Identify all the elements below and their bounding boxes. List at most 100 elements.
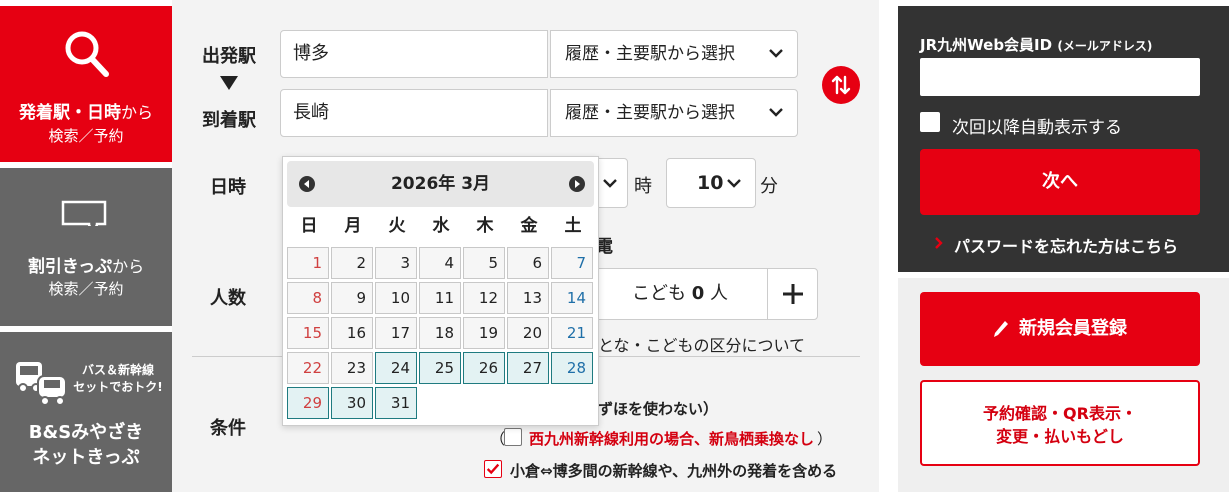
calendar-day[interactable]: 28 bbox=[551, 352, 593, 384]
calendar-day[interactable]: 12 bbox=[463, 282, 505, 314]
bus-train-icon bbox=[16, 362, 67, 406]
calendar-day[interactable]: 26 bbox=[463, 352, 505, 384]
calendar-day[interactable]: 7 bbox=[551, 247, 593, 279]
calendar-day[interactable]: 1 bbox=[287, 247, 329, 279]
nav-tab-bs-miyazaki[interactable]: バス＆新幹線 セットでおトク! B&Sみやざき ネットきっぷ bbox=[0, 332, 172, 492]
arrival-history-select[interactable]: 履歴・主要駅から選択 bbox=[550, 89, 798, 137]
weekday-header: 土 bbox=[564, 216, 582, 236]
child-count-label: こども 0 人 bbox=[632, 283, 728, 304]
weekday-header: 日 bbox=[300, 216, 318, 236]
calendar-day[interactable]: 15 bbox=[287, 317, 329, 349]
paren-close: ） bbox=[817, 430, 833, 448]
calendar-day[interactable]: 4 bbox=[419, 247, 461, 279]
bs-title: B&Sみやざき ネットきっぷ bbox=[28, 422, 144, 468]
date-label: 日時 bbox=[210, 177, 246, 198]
date-picker: 2026年 3月 日月火水木金土 1 2 3 4 5 6 7 8 9 10 11 12 13 14 15 16 1… bbox=[282, 156, 599, 426]
arrival-label: 到着駅 bbox=[202, 110, 256, 131]
calendar-day[interactable]: 6 bbox=[507, 247, 549, 279]
no-mizuho-text: ずほを使わない） bbox=[598, 400, 719, 418]
prev-month-button[interactable] bbox=[299, 176, 315, 192]
calendar-day[interactable]: 22 bbox=[287, 352, 329, 384]
register-button[interactable]: 新規会員登録 bbox=[920, 292, 1200, 366]
auto-show-checkbox[interactable] bbox=[920, 112, 940, 132]
chevron-right-icon bbox=[575, 180, 580, 188]
calendar-day[interactable]: 9 bbox=[331, 282, 373, 314]
weekday-header: 水 bbox=[432, 216, 450, 236]
minute-select[interactable]: 10 bbox=[666, 158, 756, 208]
swap-stations-button[interactable] bbox=[822, 66, 860, 104]
departure-history-select[interactable]: 履歴・主要駅から選択 bbox=[550, 30, 798, 78]
forgot-password-link[interactable]: パスワードを忘れた方はこちら bbox=[954, 233, 1178, 257]
chevron-down-icon bbox=[603, 179, 617, 188]
calendar-day[interactable]: 11 bbox=[419, 282, 461, 314]
pencil-icon bbox=[994, 321, 1008, 337]
auto-show-label: 次回以降自動表示する bbox=[952, 118, 1122, 138]
paren-open: （ bbox=[490, 430, 506, 448]
calendar-day[interactable]: 20 bbox=[507, 317, 549, 349]
hour-unit: 時 bbox=[634, 176, 652, 197]
nav-tab-title: 発着駅・日時から bbox=[18, 103, 153, 123]
select-label: 履歴・主要駅から選択 bbox=[565, 103, 735, 123]
calendar-day[interactable]: 10 bbox=[375, 282, 417, 314]
conditions-label: 条件 bbox=[210, 418, 246, 439]
nav-tab-subtitle: 検索／予約 bbox=[48, 280, 124, 298]
nishikyushu-checkbox[interactable] bbox=[504, 428, 522, 446]
calendar-day[interactable]: 21 bbox=[551, 317, 593, 349]
calendar-day[interactable]: 17 bbox=[375, 317, 417, 349]
chevron-left-icon bbox=[304, 180, 309, 188]
age-category-link[interactable]: とな・こどもの区分について bbox=[598, 332, 805, 356]
departure-input[interactable]: 博多 bbox=[280, 30, 548, 78]
nishikyushu-option-label: 西九州新幹線利用の場合、新鳥栖乗換なし bbox=[529, 430, 815, 448]
arrival-input[interactable]: 長崎 bbox=[280, 89, 548, 137]
calendar-day[interactable]: 18 bbox=[419, 317, 461, 349]
chevron-down-icon bbox=[769, 49, 783, 58]
nav-tab-discount-tickets[interactable]: 割引きっぷから 検索／予約 bbox=[0, 168, 172, 326]
calendar-day[interactable]: 2 bbox=[331, 247, 373, 279]
calendar-day[interactable]: 29 bbox=[287, 387, 329, 419]
nav-tab-search-by-station[interactable]: 発着駅・日時から 検索／予約 bbox=[0, 6, 186, 162]
people-label: 人数 bbox=[210, 288, 246, 309]
select-label: 履歴・主要駅から選択 bbox=[565, 44, 735, 64]
kokura-checkbox[interactable] bbox=[484, 460, 502, 478]
calendar-month-title: 2026年 3月 bbox=[390, 174, 491, 194]
search-icon bbox=[65, 31, 109, 77]
member-id-input[interactable] bbox=[920, 58, 1200, 96]
next-button[interactable]: 次へ bbox=[920, 149, 1200, 215]
ticket-icon bbox=[61, 200, 107, 226]
minute-value: 10 bbox=[697, 172, 724, 194]
calendar-day[interactable]: 30 bbox=[331, 387, 373, 419]
confirm-line-1: 予約確認・QR表示・ bbox=[983, 404, 1137, 423]
confirm-line-2: 変更・払いもどし bbox=[996, 427, 1124, 446]
calendar-day[interactable]: 27 bbox=[507, 352, 549, 384]
calendar-day[interactable]: 25 bbox=[419, 352, 461, 384]
weekday-header: 木 bbox=[476, 216, 494, 236]
weekday-header: 月 bbox=[344, 216, 362, 236]
bs-promo-text: バス＆新幹線 セットでおトク! bbox=[73, 363, 163, 394]
plus-icon bbox=[783, 284, 803, 304]
calendar-day[interactable]: 31 bbox=[375, 387, 417, 419]
minute-unit: 分 bbox=[760, 176, 778, 197]
reservation-confirm-button[interactable]: 予約確認・QR表示・ 変更・払いもどし bbox=[920, 380, 1200, 466]
member-id-label: JR九州Web会員ID (メールアドレス) bbox=[920, 36, 1153, 54]
child-increment-button[interactable] bbox=[767, 269, 817, 319]
swap-icon bbox=[831, 75, 851, 95]
calendar-day[interactable]: 3 bbox=[375, 247, 417, 279]
departure-label: 出発駅 bbox=[202, 46, 256, 67]
register-button-label: 新規会員登録 bbox=[1019, 318, 1127, 339]
login-panel: JR九州Web会員ID (メールアドレス) 次回以降自動表示する 次へ パスワー… bbox=[898, 6, 1229, 272]
calendar-day[interactable]: 23 bbox=[331, 352, 373, 384]
calendar-day[interactable]: 13 bbox=[507, 282, 549, 314]
calendar-day[interactable]: 5 bbox=[463, 247, 505, 279]
calendar-day[interactable]: 24 bbox=[375, 352, 417, 384]
weekday-header: 金 bbox=[520, 216, 538, 236]
child-count-control: こども 0 人 bbox=[592, 268, 818, 320]
calendar-day[interactable]: 8 bbox=[287, 282, 329, 314]
nav-tab-title: 割引きっぷから bbox=[27, 257, 145, 277]
calendar-day[interactable]: 14 bbox=[551, 282, 593, 314]
kokura-option-label: 小倉⇔博多間の新幹線や、九州外の発着を含める bbox=[510, 462, 838, 480]
calendar-day[interactable]: 19 bbox=[463, 317, 505, 349]
chevron-down-icon bbox=[769, 108, 783, 117]
calendar-day[interactable]: 16 bbox=[331, 317, 373, 349]
nav-tab-subtitle: 検索／予約 bbox=[48, 127, 124, 145]
next-month-button[interactable] bbox=[569, 176, 585, 192]
